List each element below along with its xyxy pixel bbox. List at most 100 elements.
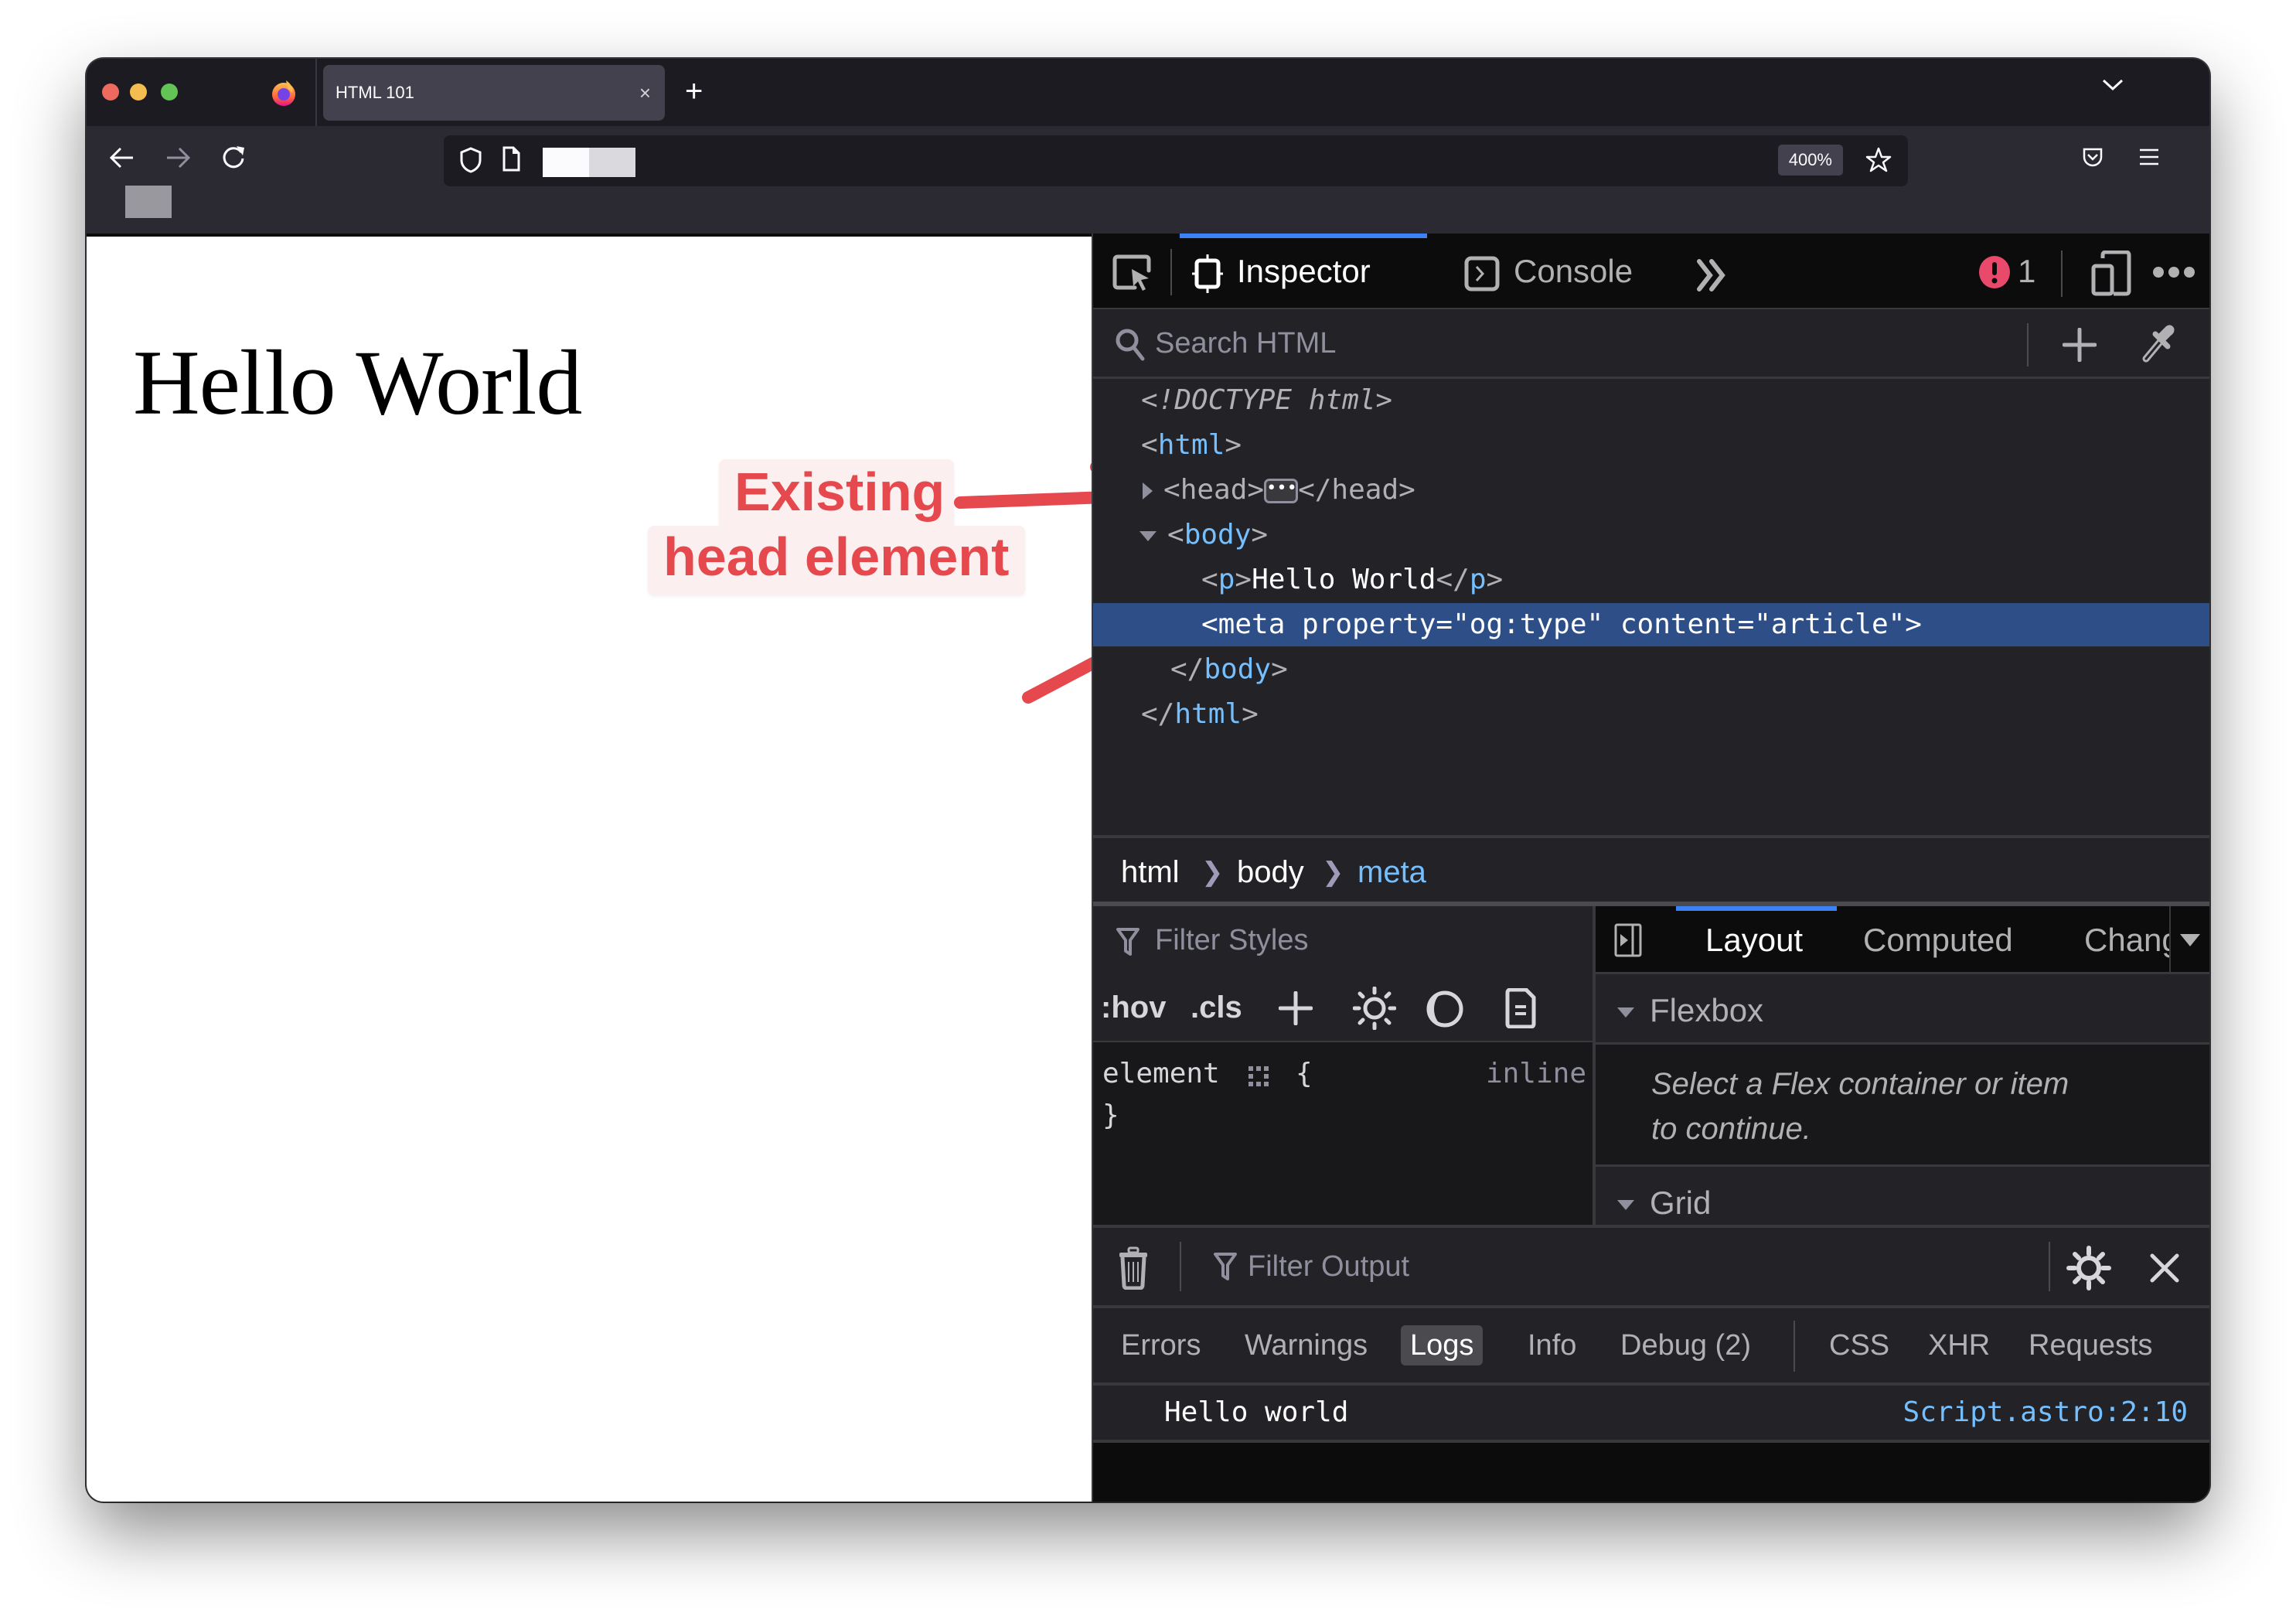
log-source-link[interactable]: Script.astro:2:10 bbox=[1903, 1386, 2188, 1440]
console-log-message: Hello world Script.astro:2:10 bbox=[1093, 1386, 2209, 1443]
rule-source-inline: inline bbox=[1485, 1058, 1586, 1089]
inspector-icon bbox=[1192, 254, 1223, 293]
tab-changes[interactable]: Chang bbox=[2084, 906, 2169, 974]
search-placeholder: Search HTML bbox=[1155, 327, 1337, 360]
add-rule-plus-icon[interactable] bbox=[1279, 991, 1313, 1025]
web-page-content: Hello World Existing head element bbox=[87, 234, 1092, 1502]
tab-inspector[interactable]: Inspector bbox=[1192, 234, 1371, 309]
maximize-window-button[interactable] bbox=[161, 84, 178, 101]
markup-view: <!DOCTYPE html> <html> <head> •••</head> … bbox=[1093, 379, 2209, 838]
dark-color-scheme-moon-icon[interactable] bbox=[1426, 990, 1464, 1028]
filter-styles-input[interactable]: Filter Styles bbox=[1093, 906, 1593, 974]
minimize-window-button[interactable] bbox=[130, 84, 147, 101]
tab-close-icon[interactable]: × bbox=[639, 65, 651, 121]
filter-xhr[interactable]: XHR bbox=[1928, 1325, 1990, 1365]
filter-debug[interactable]: Debug (2) bbox=[1620, 1325, 1751, 1365]
collapse-twisty-icon[interactable] bbox=[1139, 530, 1157, 541]
breadcrumb-separator-icon: ❯ bbox=[1201, 857, 1224, 887]
devtools-panel: Inspector Console 1 Search HTML <!DOCTYP… bbox=[1092, 234, 2209, 1502]
rule-open-brace: { bbox=[1296, 1058, 1313, 1089]
new-tab-button[interactable]: + bbox=[685, 68, 703, 114]
back-arrow-icon[interactable] bbox=[108, 146, 136, 169]
tab-separator bbox=[315, 59, 317, 126]
filter-errors[interactable]: Errors bbox=[1121, 1325, 1201, 1365]
devtools-toolbar: Inspector Console 1 bbox=[1093, 234, 2209, 309]
tab-list-chevron-icon[interactable] bbox=[2101, 77, 2124, 93]
filter-logs[interactable]: Logs bbox=[1401, 1325, 1484, 1365]
toggle-sidebar-icon[interactable] bbox=[1614, 923, 1642, 957]
filter-info[interactable]: Info bbox=[1528, 1325, 1576, 1365]
search-html-input[interactable]: Search HTML bbox=[1093, 309, 2209, 379]
console-icon bbox=[1464, 256, 1500, 291]
more-options-ellipsis-icon[interactable] bbox=[2152, 264, 2196, 280]
error-count[interactable]: 1 bbox=[2018, 234, 2035, 309]
rule-selector[interactable]: element bbox=[1102, 1058, 1220, 1089]
breadcrumb-item-body[interactable]: body bbox=[1237, 838, 1304, 906]
tab-bar: HTML 101 × + bbox=[87, 59, 2209, 126]
breadcrumb-separator-icon: ❯ bbox=[1322, 857, 1344, 887]
annotation-line-1: Existing bbox=[734, 462, 945, 522]
bookmark-toolbar-item[interactable] bbox=[125, 186, 172, 218]
filter-funnel-icon bbox=[1116, 928, 1139, 956]
element-rule: element { } inline bbox=[1093, 1041, 1593, 1225]
flexbox-section-header[interactable]: Flexbox bbox=[1596, 977, 2209, 1045]
element-picker-icon[interactable] bbox=[1112, 254, 1153, 292]
filter-requests[interactable]: Requests bbox=[2029, 1325, 2153, 1365]
address-bar[interactable]: 400% bbox=[444, 135, 1908, 186]
pocket-icon[interactable] bbox=[2081, 146, 2104, 169]
markup-doctype[interactable]: <!DOCTYPE html> bbox=[1093, 379, 2209, 422]
tab-console[interactable]: Console bbox=[1464, 234, 1633, 309]
tracking-protection-shield-icon[interactable] bbox=[459, 146, 482, 174]
tab-html-101[interactable]: HTML 101 × bbox=[323, 65, 665, 121]
markup-node-html-close[interactable]: </html> bbox=[1093, 693, 2209, 736]
markup-node-html[interactable]: <html> bbox=[1093, 424, 2209, 467]
tab-inspector-label: Inspector bbox=[1237, 253, 1371, 289]
app-menu-hamburger-icon[interactable] bbox=[2138, 148, 2160, 166]
hover-state-toggle[interactable]: :hov bbox=[1101, 974, 1166, 1041]
clear-console-trash-icon[interactable] bbox=[1118, 1246, 1149, 1290]
markup-node-p[interactable]: <p>Hello World</p> bbox=[1093, 558, 2209, 602]
breadcrumb-item-html[interactable]: html bbox=[1121, 838, 1180, 906]
node-grid-icon bbox=[1248, 1066, 1269, 1086]
filter-output-input[interactable]: Filter Output bbox=[1209, 1228, 1982, 1305]
close-split-console-icon[interactable] bbox=[2149, 1253, 2180, 1284]
filter-funnel-icon bbox=[1214, 1253, 1237, 1280]
breadcrumb-item-meta[interactable]: meta bbox=[1358, 838, 1426, 906]
reload-icon[interactable] bbox=[220, 143, 247, 171]
expand-twisty-icon[interactable] bbox=[1143, 482, 1153, 499]
bookmark-star-icon[interactable] bbox=[1865, 146, 1892, 174]
console-input[interactable] bbox=[1093, 1443, 2209, 1502]
light-color-scheme-sun-icon[interactable] bbox=[1353, 987, 1396, 1030]
collapsed-content-ellipsis-icon[interactable]: ••• bbox=[1264, 479, 1299, 503]
console-filter-bar: Errors Warnings Logs Info Debug (2) CSS … bbox=[1093, 1308, 2209, 1386]
page-info-icon[interactable] bbox=[501, 146, 521, 172]
filter-warnings[interactable]: Warnings bbox=[1245, 1325, 1368, 1365]
markup-node-head[interactable]: <head> •••</head> bbox=[1093, 469, 2209, 512]
filter-output-placeholder: Filter Output bbox=[1248, 1250, 1410, 1283]
markup-node-meta-selected[interactable]: <meta property="og:type" content="articl… bbox=[1093, 603, 2209, 646]
filter-css[interactable]: CSS bbox=[1829, 1325, 1889, 1365]
log-message-text: Hello world bbox=[1164, 1396, 1349, 1428]
more-tools-chevrons-icon[interactable] bbox=[1696, 258, 1727, 292]
class-toggle[interactable]: .cls bbox=[1191, 974, 1242, 1041]
add-node-plus-icon[interactable] bbox=[2063, 328, 2097, 362]
markup-node-body[interactable]: <body> bbox=[1093, 513, 2209, 557]
tab-layout[interactable]: Layout bbox=[1705, 906, 1803, 974]
eyedropper-icon[interactable] bbox=[2138, 325, 2175, 363]
tab-computed[interactable]: Computed bbox=[1863, 906, 2013, 974]
console-settings-gear-icon[interactable] bbox=[2066, 1245, 2112, 1291]
markup-node-body-close[interactable]: </body> bbox=[1093, 648, 2209, 691]
tab-title: HTML 101 bbox=[336, 83, 414, 102]
responsive-design-mode-icon[interactable] bbox=[2090, 251, 2134, 297]
annotation-line-2: head element bbox=[663, 527, 1010, 587]
zoom-level-badge[interactable]: 400% bbox=[1777, 145, 1843, 176]
forward-arrow-icon[interactable] bbox=[164, 146, 192, 169]
tabs-overflow-dropdown-icon[interactable] bbox=[2180, 934, 2200, 946]
firefox-logo-icon[interactable] bbox=[271, 79, 297, 107]
error-icon[interactable] bbox=[1977, 255, 2012, 289]
close-window-button[interactable] bbox=[102, 84, 119, 101]
page-heading: Hello World bbox=[133, 331, 582, 434]
print-media-document-icon[interactable] bbox=[1504, 988, 1537, 1028]
collapse-twisty-icon bbox=[1617, 1200, 1634, 1211]
sidebar-tabs: Layout Computed Chang bbox=[1596, 906, 2209, 974]
